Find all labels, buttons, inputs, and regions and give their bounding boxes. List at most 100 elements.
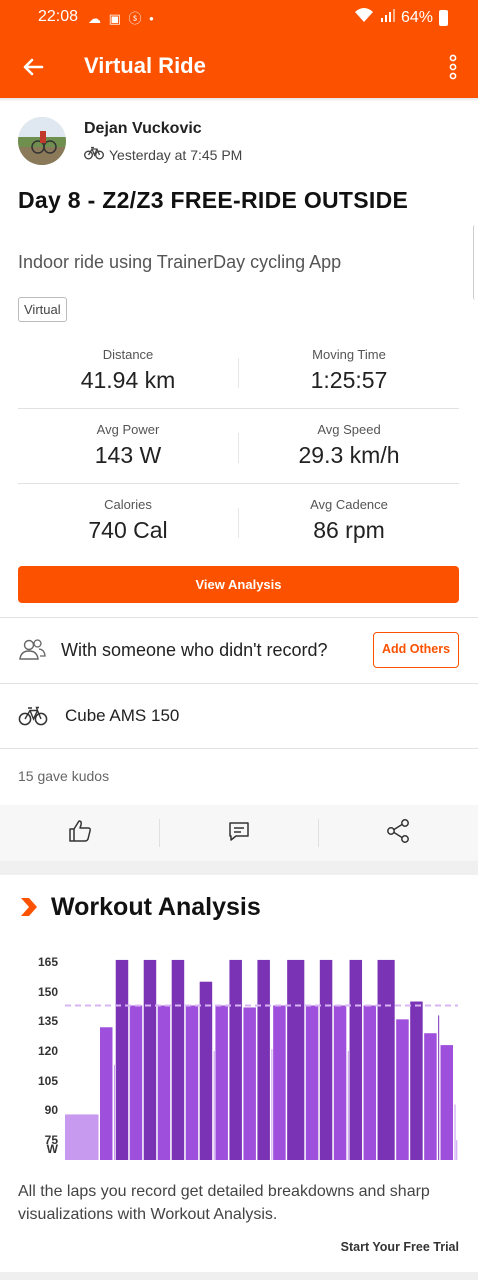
comment-button[interactable]: [159, 805, 318, 861]
divider: [0, 617, 478, 618]
stat-value: 1:25:57: [310, 367, 388, 393]
ride-meta: Yesterday at 7:45 PM: [84, 146, 242, 163]
chart-bar: [438, 1015, 440, 1160]
chart-bar: [347, 1051, 349, 1160]
chart-bar: [305, 1005, 319, 1160]
chart-bar: [454, 1104, 456, 1160]
y-tick-label: 90: [44, 1103, 58, 1118]
stat-avg-speed: Avg Speed 29.3 km/h: [239, 409, 459, 469]
status-bar: 22:08 ☁ ▣ ⓢ • 64%: [0, 0, 478, 34]
gear-name[interactable]: Cube AMS 150: [65, 706, 179, 726]
chart-bar: [65, 1114, 99, 1160]
arrow-left-icon[interactable]: [18, 52, 48, 82]
stat-avg-cadence: Avg Cadence 86 rpm: [239, 484, 459, 544]
chart-bar: [257, 959, 270, 1160]
chart-bar: [273, 1005, 286, 1160]
comment-icon: [227, 819, 251, 848]
app-bar: Virtual Ride: [0, 34, 478, 98]
y-tick-label: 105: [37, 1073, 58, 1088]
people-icon: [18, 638, 46, 667]
ride-timestamp: Yesterday at 7:45 PM: [109, 146, 243, 163]
chart-bar: [171, 959, 185, 1160]
avatar[interactable]: [18, 117, 66, 165]
page-title: Virtual Ride: [84, 53, 206, 78]
stat-moving-time: Moving Time 1:25:57: [239, 334, 459, 394]
stat-distance: Distance 41.94 km: [18, 334, 238, 394]
section-separator: [0, 861, 478, 875]
stat-avg-power: Avg Power 143 W: [18, 409, 238, 469]
chart-bar: [113, 1064, 115, 1160]
chart-bar: [349, 959, 363, 1160]
chart-bar: [229, 959, 242, 1160]
chart-bar: [215, 1005, 228, 1160]
chart-bar: [99, 1027, 113, 1160]
chart-bar: [143, 959, 157, 1160]
workout-analysis-title: Workout Analysis: [51, 893, 261, 921]
stat-row: Calories 740 Cal Avg Cadence 86 rpm: [18, 484, 459, 559]
action-bar: [0, 805, 478, 861]
stat-value: 41.94 km: [80, 367, 176, 393]
stat-label: Avg Power: [96, 422, 160, 437]
chevron-icon: [20, 897, 38, 922]
chart-bar: [456, 1140, 458, 1160]
battery-icon: [439, 9, 448, 26]
kudos-count[interactable]: 15 gave kudos: [18, 768, 109, 784]
activity-title: Day 8 - Z2/Z3 FREE-RIDE OUTSIDE: [18, 187, 409, 213]
y-tick-label: 150: [37, 984, 58, 999]
workout-analysis-description: All the laps you record get detailed bre…: [18, 1183, 430, 1223]
chart-bar: [410, 1001, 423, 1160]
stat-value: 29.3 km/h: [298, 442, 400, 468]
virtual-tag: Virtual: [18, 297, 67, 322]
stat-value: 740 Cal: [88, 517, 168, 543]
chart-bar: [213, 1051, 215, 1160]
share-button[interactable]: [318, 805, 477, 861]
divider: [0, 748, 478, 749]
stat-calories: Calories 740 Cal: [18, 484, 238, 544]
y-tick-label: 120: [37, 1044, 58, 1059]
start-free-trial-link[interactable]: Start Your Free Trial: [341, 1240, 459, 1254]
add-others-button[interactable]: Add Others: [373, 632, 459, 668]
chart-bar: [333, 1005, 347, 1160]
wifi-icon: [353, 7, 375, 28]
activity-description: Indoor ride using TrainerDay cycling App: [18, 252, 342, 272]
stat-label: Moving Time: [312, 347, 386, 362]
stat-label: Distance: [102, 347, 154, 362]
athlete-name[interactable]: Dejan Vuckovic: [84, 120, 202, 138]
chart-bar: [396, 1019, 409, 1160]
chart-bar: [129, 1005, 143, 1160]
stat-value: 86 rpm: [313, 517, 385, 543]
y-tick-label: 165: [37, 954, 58, 969]
more-vertical-icon[interactable]: [444, 52, 462, 82]
scroll-indicator[interactable]: [473, 225, 478, 300]
chart-bar: [424, 1033, 437, 1160]
chart-bar: [157, 1005, 171, 1160]
stat-row: Distance 41.94 km Moving Time 1:25:57: [18, 334, 459, 409]
share-icon: [385, 818, 411, 849]
chart-bar: [185, 1005, 199, 1160]
stat-label: Avg Cadence: [310, 497, 388, 512]
chart-bar: [243, 1007, 256, 1160]
status-time: 22:08: [38, 8, 79, 25]
kudos-button[interactable]: [0, 805, 159, 861]
bike-icon: [18, 706, 48, 731]
chart-bar: [440, 1045, 454, 1160]
stats-grid: Distance 41.94 km Moving Time 1:25:57 Av…: [18, 334, 459, 559]
battery-percent: 64%: [400, 8, 433, 26]
stat-row: Avg Power 143 W Avg Speed 29.3 km/h: [18, 409, 459, 484]
status-right: 64%: [353, 7, 448, 28]
stat-label: Calories: [104, 497, 152, 512]
chart-bar: [271, 1049, 273, 1160]
chart-bar: [199, 981, 213, 1160]
chart-bar: [377, 959, 395, 1160]
workout-chart: 165 150 135 120 105 90 75 W: [18, 952, 460, 1172]
bike-icon: [84, 146, 104, 163]
thumbs-up-icon: [67, 818, 93, 849]
with-someone-text: With someone who didn't record?: [61, 640, 328, 660]
divider: [0, 683, 478, 684]
view-analysis-button[interactable]: View Analysis: [18, 566, 459, 603]
y-unit-label: W: [46, 1142, 58, 1156]
header-shadow: [0, 98, 478, 102]
y-tick-label: 135: [37, 1014, 58, 1029]
stat-value: 143 W: [94, 442, 162, 468]
notification-icons: ☁ ▣ ⓢ •: [88, 11, 156, 26]
